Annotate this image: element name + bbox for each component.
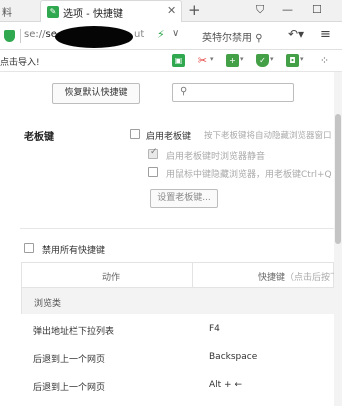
search-icon: ⚲ (180, 86, 188, 97)
app-grid-icon[interactable]: ⁘ (318, 54, 331, 67)
plus-ext-icon[interactable]: + (226, 54, 239, 67)
scrollbar-thumb[interactable] (335, 114, 341, 244)
group-row-browsing: 浏览类 (21, 288, 334, 314)
url-tail: ut (134, 29, 145, 40)
gamepad-ext-icon[interactable]: ◘ (286, 54, 299, 67)
tab-title: 选项 - 快捷键 (63, 9, 123, 20)
column-divider (192, 263, 193, 287)
middle-click-hide-label: 用鼠标中键隐藏浏览器，用老板键Ctrl+Q (166, 170, 332, 180)
previous-tab-partial[interactable]: 料 (2, 4, 12, 19)
bookmark-bar: 点击导入! ▣ ✂ ▾ + ▾ ✓ ▾ ◘ ▾ ⁘ (0, 50, 342, 72)
table-row[interactable]: 弹出地址栏下拉列表 F4 (21, 316, 334, 342)
mute-on-boss-key-checkbox[interactable] (148, 147, 158, 159)
action-cell: 后退到上一个网页 (33, 383, 106, 393)
redaction-mark (55, 26, 133, 48)
menu-icon[interactable]: ≡ (320, 27, 331, 42)
disable-all-shortcuts-label: 禁用所有快捷键 (42, 246, 106, 256)
shield-ext-icon[interactable]: ✓ (256, 54, 269, 67)
chevron-down-icon[interactable]: ▾ (240, 55, 244, 63)
action-column-header: 动作 (102, 273, 121, 283)
boss-key-title: 老板键 (24, 132, 54, 143)
new-tab-button[interactable]: + (188, 1, 201, 19)
settings-content: 恢复默认快捷键 ⚲ 老板键 启用老板键 按下老板键将自动隐藏浏览器窗口 启用老板… (0, 72, 339, 406)
mute-on-boss-key-label: 启用老板键时浏览器静音 (166, 152, 266, 162)
url-input[interactable]: se://se (24, 29, 57, 40)
close-tab-icon[interactable]: ✕ (167, 4, 176, 17)
search-icon: ⚲ (255, 33, 263, 44)
enable-boss-key-label: 启用老板键 (146, 132, 192, 142)
vertical-scrollbar[interactable] (334, 72, 342, 406)
action-cell: 后退到上一个网页 (33, 355, 106, 365)
section-divider (20, 228, 334, 229)
group-label: 浏览类 (34, 299, 62, 309)
shortcut-cell[interactable]: Alt + ← (209, 380, 242, 390)
middle-click-hide-checkbox[interactable] (148, 167, 158, 177)
chevron-down-icon[interactable]: ▾ (210, 55, 214, 63)
search-engine-box[interactable]: 英特尔禁用 ⚲ (202, 29, 263, 44)
shortcut-column-header: 快捷键（点击后按下 (258, 273, 340, 283)
action-cell: 弹出地址栏下拉列表 (33, 327, 115, 337)
enable-boss-key-checkbox[interactable] (130, 129, 140, 139)
skin-icon[interactable]: ⛉ (256, 3, 264, 17)
shortcut-cell[interactable]: F4 (209, 324, 220, 334)
shortcut-settings-favicon-icon: ✎ (47, 6, 59, 18)
import-bookmarks-link[interactable]: 点击导入! (0, 55, 40, 68)
chevron-down-icon[interactable]: ▾ (300, 55, 304, 63)
boss-key-hint: 按下老板键将自动隐藏浏览器窗口 (204, 131, 332, 141)
green-shield-ext-icon[interactable]: ▣ (172, 54, 185, 67)
disable-all-shortcuts-checkbox[interactable] (24, 243, 34, 253)
minimize-button[interactable]: — (282, 3, 293, 16)
shortcut-table-header: 动作 快捷键（点击后按下 (21, 262, 339, 288)
set-boss-key-button[interactable]: 设置老板键... (150, 189, 218, 208)
tab-options-shortcuts[interactable]: ✎ 选项 - 快捷键 ✕ (40, 0, 182, 22)
table-row[interactable]: 后退到上一个网页 Alt + ← (21, 372, 334, 398)
maximize-button[interactable]: ☐ (312, 3, 322, 16)
tab-strip: 料 ✎ 选项 - 快捷键 ✕ + ⛉ — ☐ (0, 0, 342, 22)
restore-defaults-button[interactable]: 恢复默认快捷键 (52, 83, 140, 104)
address-divider (20, 29, 21, 43)
undo-icon[interactable]: ↶▾ (288, 27, 304, 41)
security-shield-icon[interactable] (4, 30, 15, 42)
shortcut-cell[interactable]: Backspace (209, 352, 257, 362)
address-bar: se://se ut ⚡ ∨ 英特尔禁用 ⚲ ↶▾ ≡ (0, 22, 342, 50)
table-row[interactable]: 后退到上一个网页 Backspace (21, 344, 334, 370)
scissors-ext-icon[interactable]: ✂ (196, 54, 209, 67)
chevron-down-icon[interactable]: ∨ (172, 28, 179, 39)
chevron-down-icon[interactable]: ▾ (270, 55, 274, 63)
shortcut-search-input[interactable]: ⚲ (172, 83, 294, 102)
lightning-icon[interactable]: ⚡ (157, 28, 165, 41)
